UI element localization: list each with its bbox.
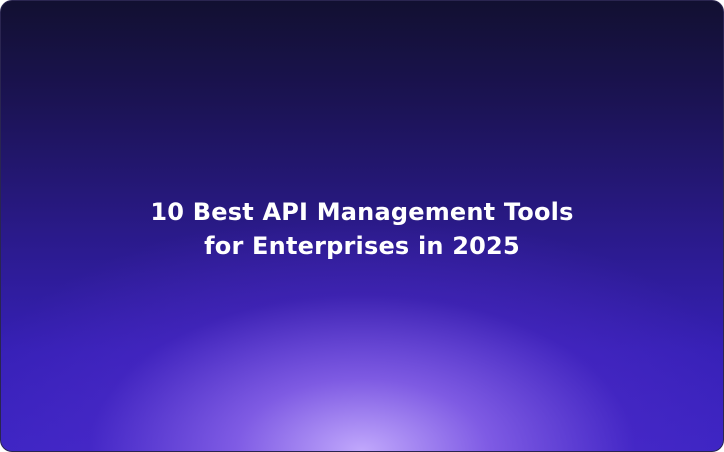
banner-title-line-2: for Enterprises in 2025: [204, 232, 520, 260]
hero-banner: 10 Best API Management Tools for Enterpr…: [0, 0, 724, 452]
banner-title-line-1: 10 Best API Management Tools: [150, 198, 574, 226]
banner-title: 10 Best API Management Tools for Enterpr…: [1, 195, 723, 263]
